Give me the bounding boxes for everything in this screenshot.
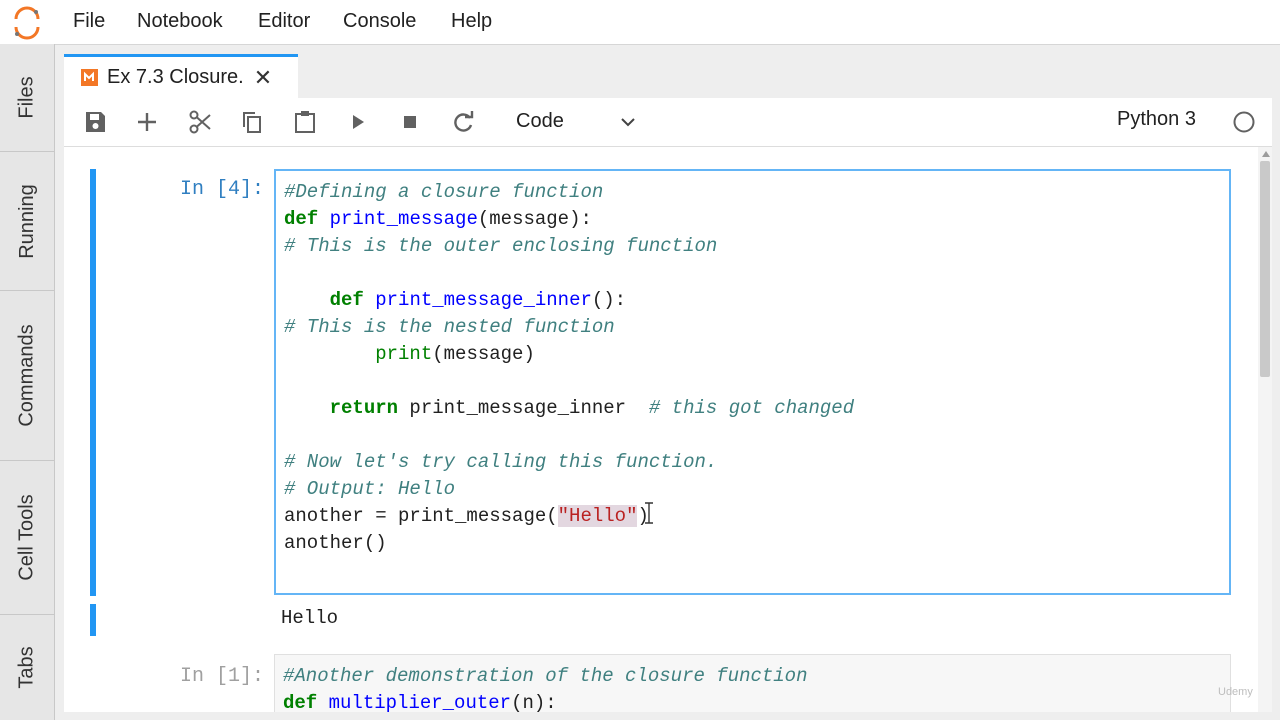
interrupt-kernel-button[interactable] xyxy=(397,109,423,135)
copy-icon xyxy=(243,112,261,133)
watermark: Udemy xyxy=(1218,686,1253,698)
sidebar-tab-label: Tabs xyxy=(15,646,38,689)
save-button[interactable] xyxy=(82,109,108,135)
code-line: #Another demonstration of the closure fu… xyxy=(283,665,808,687)
menu-help[interactable]: Help xyxy=(451,10,492,33)
paste-icon xyxy=(295,111,315,133)
play-icon xyxy=(353,115,364,129)
stop-icon xyxy=(404,116,416,128)
code-line: return print_message_inner # this got ch… xyxy=(329,397,855,419)
cell-output-collapser[interactable] xyxy=(90,604,96,636)
restart-icon xyxy=(454,111,474,132)
scroll-up-arrow-icon[interactable] xyxy=(1262,151,1270,157)
code-line: def print_message_inner(): xyxy=(329,289,627,311)
jupyter-logo-icon[interactable] xyxy=(10,6,44,40)
sidebar-tab-running[interactable]: Running xyxy=(0,152,54,291)
menu-file[interactable]: File xyxy=(73,10,105,33)
save-icon xyxy=(86,112,105,132)
notebook-toolbar: Code Python 3 xyxy=(64,98,1272,147)
sidebar-tab-cell-tools[interactable]: Cell Tools xyxy=(0,461,54,615)
plus-icon xyxy=(138,113,156,131)
kernel-idle-icon xyxy=(1233,111,1255,133)
text-cursor-icon xyxy=(645,502,653,524)
code-line: def print_message(message): xyxy=(284,208,592,230)
sidebar-tab-tabs[interactable]: Tabs xyxy=(0,615,54,720)
code-line: another() xyxy=(284,532,387,554)
cell-input-collapser[interactable] xyxy=(90,169,96,596)
code-line: def multiplier_outer(n): xyxy=(283,692,557,712)
menu-notebook[interactable]: Notebook xyxy=(137,10,223,33)
code-line: another = print_message("Hello") xyxy=(284,505,649,527)
run-cell-button[interactable] xyxy=(345,109,371,135)
notebook-tab[interactable]: Ex 7.3 Closure. ✕ xyxy=(64,54,298,98)
code-line: # Now let's try calling this function. xyxy=(284,451,718,473)
main-area: Ex 7.3 Closure. ✕ Code Python 3 In [4]: … xyxy=(64,54,1272,712)
code-line: # Output: Hello xyxy=(284,478,456,500)
code-line: # This is the outer enclosing function xyxy=(284,235,718,257)
scissors-icon xyxy=(189,110,211,134)
cell-prompt: In [1]: xyxy=(179,665,264,688)
notebook-panel: In [4]: #Defining a closure function def… xyxy=(64,147,1272,712)
code-editor[interactable]: #Defining a closure function def print_m… xyxy=(274,169,1231,595)
cell-type-value: Code xyxy=(516,110,564,132)
code-line: print(message) xyxy=(375,343,535,365)
menu-editor[interactable]: Editor xyxy=(258,10,310,33)
restart-kernel-button[interactable] xyxy=(450,109,476,135)
sidebar-tab-label: Files xyxy=(15,76,38,119)
insert-cell-button[interactable] xyxy=(134,109,160,135)
document-tab-bar: Ex 7.3 Closure. ✕ xyxy=(64,54,1272,98)
tab-title: Ex 7.3 Closure. xyxy=(107,66,244,88)
code-line: #Defining a closure function xyxy=(284,181,604,203)
cut-button[interactable] xyxy=(187,109,213,135)
sidebar-tab-commands[interactable]: Commands xyxy=(0,291,54,461)
cell-type-select[interactable]: Code xyxy=(514,106,640,138)
sidebar-tab-label: Running xyxy=(15,183,38,259)
sidebar-tab-label: Commands xyxy=(15,324,38,427)
copy-button[interactable] xyxy=(239,109,265,135)
cell-prompt: In [4]: xyxy=(179,178,264,201)
close-tab-icon[interactable]: ✕ xyxy=(254,66,272,89)
paste-button[interactable] xyxy=(292,109,318,135)
left-sidebar: Files Running Commands Cell Tools Tabs xyxy=(0,44,55,720)
code-line: # This is the nested function xyxy=(284,316,615,338)
notebook-icon xyxy=(81,69,98,86)
sidebar-tab-label: Cell Tools xyxy=(15,494,38,581)
kernel-name[interactable]: Python 3 xyxy=(1117,108,1196,131)
menu-console[interactable]: Console xyxy=(343,10,416,33)
menu-bar: File Notebook Editor Console Help xyxy=(0,0,1280,45)
cell-output: Hello xyxy=(281,607,339,629)
scrollbar-thumb[interactable] xyxy=(1260,161,1270,377)
chevron-down-icon xyxy=(621,118,635,127)
sidebar-tab-files[interactable]: Files xyxy=(0,44,54,152)
code-editor[interactable]: #Another demonstration of the closure fu… xyxy=(274,654,1231,712)
